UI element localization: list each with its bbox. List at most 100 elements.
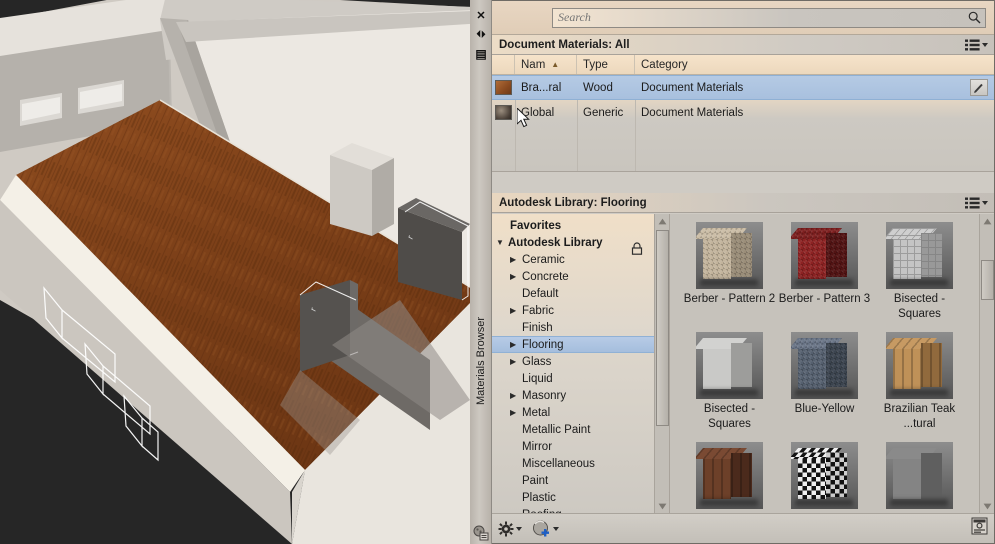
new-material-sphere-icon <box>533 520 549 537</box>
palette-title: Materials Browser <box>475 316 487 406</box>
column-category[interactable]: Category <box>635 55 994 74</box>
chevron-right-icon[interactable]: ▶ <box>510 340 522 349</box>
tree-item-plastic[interactable]: Plastic <box>492 489 669 506</box>
cell-type: Generic <box>583 106 624 119</box>
tree-item-concrete[interactable]: ▶ Concrete <box>492 268 669 285</box>
tree-item-favorites[interactable]: Favorites <box>492 217 669 234</box>
tree-item-liquid[interactable]: Liquid <box>492 370 669 387</box>
material-name-label: Berber - Pattern 3 <box>778 293 871 305</box>
tree-item-label: Autodesk Library <box>508 236 603 249</box>
scroll-down-arrow[interactable] <box>655 499 669 513</box>
material-thumbnail-item[interactable] <box>682 442 777 509</box>
material-name-label: Bisected - Squares <box>703 403 756 430</box>
tree-item-paint[interactable]: Paint <box>492 472 669 489</box>
tree-item-label: Metal <box>522 406 551 419</box>
tree-item-miscellaneous[interactable]: Miscellaneous <box>492 455 669 472</box>
chevron-right-icon[interactable]: ▶ <box>510 357 522 366</box>
tree-item-metallic-paint[interactable]: Metallic Paint <box>492 421 669 438</box>
search-input[interactable] <box>553 10 963 25</box>
tree-item-flooring[interactable]: ▶ Flooring <box>492 336 669 353</box>
palette-title-strip: ✕ ⏴⏵ ▤ Materials Browser <box>470 0 492 544</box>
tree-item-label: Metallic Paint <box>522 423 591 436</box>
search-row <box>492 1 994 35</box>
scroll-up-arrow[interactable] <box>980 214 994 228</box>
auto-hide-icon[interactable]: ⏴⏵ <box>470 25 492 44</box>
tree-item-label: Default <box>522 287 559 300</box>
material-preview-cube <box>886 442 953 509</box>
cell-name: Global <box>521 106 555 119</box>
grid-scrollbar[interactable] <box>979 214 994 513</box>
tree-item-glass[interactable]: ▶ Glass <box>492 353 669 370</box>
chevron-down-icon[interactable]: ▼ <box>496 238 508 247</box>
tree-item-label: Masonry <box>522 389 567 402</box>
tree-item-label: Mirror <box>522 440 553 453</box>
material-thumbnail-item[interactable] <box>777 442 872 509</box>
chevron-down-icon[interactable] <box>553 526 559 531</box>
chevron-down-icon[interactable] <box>982 42 988 47</box>
palette-menu-icon[interactable]: ▤ <box>470 44 492 63</box>
scroll-down-arrow[interactable] <box>980 499 994 513</box>
material-thumbnail-item[interactable]: Blue-Yellow <box>777 332 872 432</box>
chevron-right-icon[interactable]: ▶ <box>510 408 522 417</box>
cell-type: Wood <box>583 81 613 94</box>
column-name[interactable]: Nam ▲ <box>515 55 577 74</box>
search-box[interactable] <box>552 7 986 28</box>
tree-item-label: Ceramic <box>522 253 565 266</box>
grid-scroll-thumb[interactable] <box>981 260 994 300</box>
search-icon[interactable] <box>963 9 985 27</box>
list-view-icon[interactable] <box>965 197 988 209</box>
swatch-thumbnail <box>495 105 512 120</box>
palette-body: Document Materials: All <box>492 0 995 544</box>
close-icon[interactable]: ✕ <box>470 6 492 25</box>
tree-item-masonry[interactable]: ▶ Masonry <box>492 387 669 404</box>
chevron-down-icon[interactable] <box>516 526 522 531</box>
library-area: Favorites ▼ Autodesk Library ▶ Ceramic ▶ Concr… <box>492 214 994 513</box>
chevron-right-icon[interactable]: ▶ <box>510 255 522 264</box>
tree-item-label: Finish <box>522 321 553 334</box>
material-preview-cube <box>886 222 953 289</box>
material-preview-cube <box>696 222 763 289</box>
tree-item-label: Concrete <box>522 270 569 283</box>
chevron-right-icon[interactable]: ▶ <box>510 391 522 400</box>
material-thumbnail-item[interactable]: Bisected - Squares <box>872 222 967 322</box>
material-preview-cube <box>886 332 953 399</box>
tree-item-fabric[interactable]: ▶ Fabric <box>492 302 669 319</box>
pencil-icon[interactable] <box>970 79 988 96</box>
material-thumbnail-grid: Berber - Pattern 2 Berber - Pattern 3 Bi… <box>670 214 994 513</box>
tree-item-label: Fabric <box>522 304 554 317</box>
table-row[interactable]: Bra...ral Wood Document Materials <box>492 75 994 100</box>
tree-item-default[interactable]: Default <box>492 285 669 302</box>
material-editor-button[interactable] <box>971 517 988 540</box>
new-material-button[interactable] <box>532 520 559 537</box>
material-swatch <box>492 100 515 125</box>
tree-scrollbar[interactable] <box>654 214 669 513</box>
material-thumbnail-item[interactable]: Brazilian Teak ...tural <box>872 332 967 432</box>
material-thumbnail-item[interactable]: Bisected - Squares <box>682 332 777 432</box>
swatch-thumbnail <box>495 80 512 95</box>
material-name-label: Brazilian Teak ...tural <box>883 403 956 430</box>
tree-item-finish[interactable]: Finish <box>492 319 669 336</box>
list-view-icon[interactable] <box>965 39 988 51</box>
material-preview-cube <box>791 442 858 509</box>
column-type[interactable]: Type <box>577 55 635 74</box>
gear-icon <box>498 521 514 536</box>
cell-name: Bra...ral <box>521 81 562 94</box>
chevron-right-icon[interactable]: ▶ <box>510 272 522 281</box>
material-thumbnail-item[interactable]: Berber - Pattern 3 <box>777 222 872 322</box>
tree-item-roofing[interactable]: Roofing <box>492 506 669 514</box>
settings-button[interactable] <box>498 521 522 537</box>
chevron-down-icon[interactable] <box>982 200 988 205</box>
column-swatch <box>492 55 515 74</box>
bottom-toolbar <box>492 513 994 543</box>
tree-item-metal[interactable]: ▶ Metal <box>492 404 669 421</box>
table-row[interactable]: Global Generic Document Materials <box>492 100 994 125</box>
tree-item-mirror[interactable]: Mirror <box>492 438 669 455</box>
scroll-up-arrow[interactable] <box>655 214 669 228</box>
material-preview-cube <box>696 442 763 509</box>
material-thumbnail-item[interactable] <box>872 442 967 509</box>
tree-scroll-thumb[interactable] <box>656 230 669 426</box>
tree-item-label: Plastic <box>522 491 556 504</box>
material-thumbnail-item[interactable]: Berber - Pattern 2 <box>682 222 777 322</box>
chevron-right-icon[interactable]: ▶ <box>510 306 522 315</box>
tree-item-label: Flooring <box>522 338 564 351</box>
